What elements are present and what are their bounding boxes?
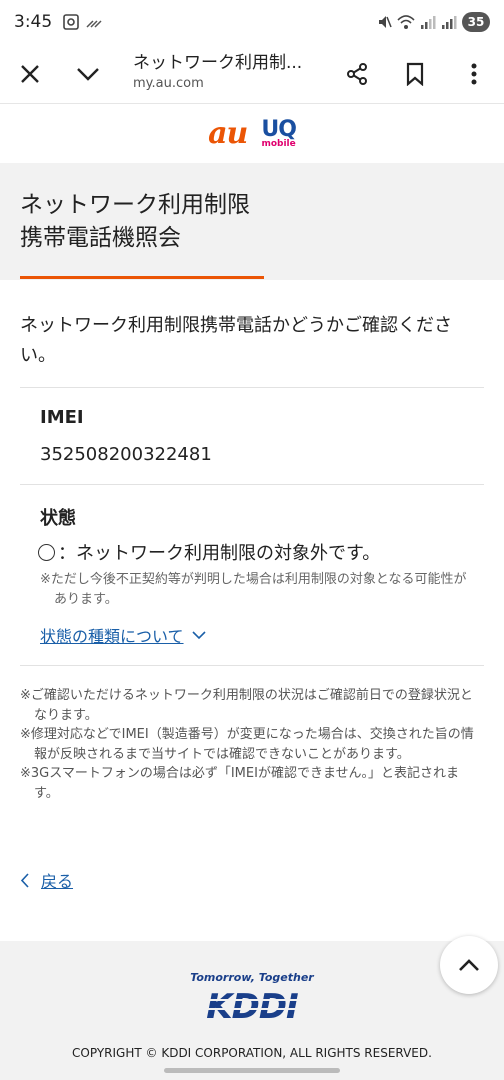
share-button[interactable] <box>337 54 377 94</box>
signal-icon-1 <box>421 16 436 29</box>
signal-off-icon <box>86 20 102 28</box>
mute-icon <box>379 16 392 28</box>
notes-list: ※ご確認いただけるネットワーク利用制限の状況はご確認前日での登録状況となります。… <box>20 686 482 803</box>
divider <box>20 387 484 388</box>
state-label: 状態 <box>40 508 76 529</box>
share-icon <box>347 63 367 85</box>
url-text: my.au.com <box>133 76 204 91</box>
uq-mobile-logo[interactable]: UQ mobile <box>261 116 297 149</box>
chevron-left-icon <box>20 872 29 888</box>
divider <box>20 484 484 485</box>
note-item: ※ご確認いただけるネットワーク利用制限の状況はご確認前日での登録状況となります。 <box>20 688 473 723</box>
kddi-logo[interactable]: KDDI <box>197 987 307 1023</box>
home-indicator[interactable] <box>164 1068 340 1073</box>
brand-logos: au UQ mobile <box>0 105 504 162</box>
back-link[interactable]: 戻る <box>20 868 73 892</box>
browser-toolbar: ネットワーク利用制... my.au.com <box>0 44 504 104</box>
close-icon <box>21 65 39 83</box>
bookmark-icon <box>406 62 424 86</box>
state-note: ※ただし今後不正契約等が判明した場合は利用制限の対象となる可能性があります。 <box>40 572 467 607</box>
copyright: COPYRIGHT © KDDI CORPORATION, ALL RIGHTS… <box>72 1046 432 1060</box>
status-bar: 3:45 35 <box>0 0 504 44</box>
heading-line-2: 携帯電話機照会 <box>20 225 181 251</box>
minimize-button[interactable] <box>68 54 108 94</box>
au-logo[interactable]: au <box>208 116 248 151</box>
state-types-link[interactable]: 状態の種類について <box>40 623 206 647</box>
chevron-down-icon <box>77 68 99 81</box>
uq-logo-sub: mobile <box>261 138 296 149</box>
heading-line-1: ネットワーク利用制限 <box>20 192 250 218</box>
intro-text: ネットワーク利用制限携帯電話かどうかご確認ください。 <box>20 315 452 366</box>
screenshot-icon <box>63 14 79 30</box>
page-title: ネットワーク利用制... <box>133 53 303 73</box>
close-tab-button[interactable] <box>10 54 50 94</box>
back-link-label: 戻る <box>41 872 74 891</box>
state-value: ：ネットワーク利用制限の対象外です。 <box>58 543 381 564</box>
chevron-up-icon <box>459 959 479 971</box>
status-time: 3:45 <box>14 12 53 32</box>
bookmark-button[interactable] <box>395 54 435 94</box>
chevron-down-icon <box>191 630 206 639</box>
scroll-to-top-button[interactable] <box>440 936 498 994</box>
page-heading: ネットワーク利用制限 携帯電話機照会 <box>20 189 250 255</box>
circle-mark-icon <box>38 543 55 561</box>
battery-badge: 35 <box>462 12 490 32</box>
more-vert-icon <box>471 63 477 85</box>
divider <box>20 665 484 666</box>
imei-label: IMEI <box>40 407 84 428</box>
state-types-link-label: 状態の種類について <box>40 627 184 646</box>
more-menu-button[interactable] <box>454 54 494 94</box>
signal-icon-2 <box>442 16 457 29</box>
wifi-icon <box>397 15 415 29</box>
heading-underline <box>20 276 264 279</box>
footer-tagline: Tomorrow, Together <box>190 971 314 984</box>
imei-value: 352508200322481 <box>40 444 212 465</box>
uq-logo-text: UQ <box>261 116 297 142</box>
footer: Tomorrow, Together KDDI COPYRIGHT © KDDI… <box>0 941 504 1080</box>
note-item: ※修理対応などでIMEI（製造番号）が変更になった場合は、交換された旨の情報が反… <box>20 727 474 762</box>
url-block[interactable]: ネットワーク利用制... my.au.com <box>133 48 323 91</box>
kddi-logo-text: KDDI <box>206 987 298 1023</box>
note-item: ※3Gスマートフォンの場合は必ず「IMEIが確認できません。」と表記されます。 <box>20 766 460 801</box>
state-value-line: ：ネットワーク利用制限の対象外です。 <box>38 539 380 565</box>
heading-section: ネットワーク利用制限 携帯電話機照会 <box>0 163 504 280</box>
